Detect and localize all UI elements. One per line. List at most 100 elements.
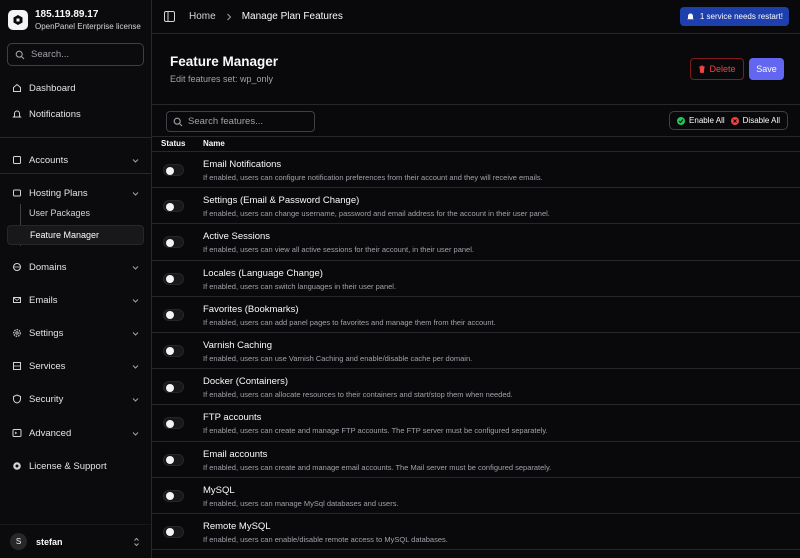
feature-name: Email accounts — [203, 448, 268, 460]
sidebar-item-services[interactable]: Services — [0, 354, 151, 378]
delete-label: Delete — [709, 64, 736, 74]
chevron-down-icon — [132, 432, 139, 436]
sidebar-item-user-packages[interactable]: User Packages — [7, 203, 144, 223]
column-header-status: Status — [161, 139, 186, 148]
sidebar-item-hosting-plans[interactable]: Hosting Plans — [0, 181, 151, 205]
disable-all-button[interactable]: Disable All — [728, 116, 783, 125]
shield-icon — [12, 394, 22, 404]
disable-all-label: Disable All — [742, 116, 780, 125]
chevron-down-icon — [132, 192, 139, 196]
sidebar-item-license-support[interactable]: License & Support — [0, 454, 151, 478]
feature-toggle-switch[interactable] — [163, 344, 184, 357]
bell-icon — [12, 109, 22, 119]
bulk-toggle-group: Enable All Disable All — [669, 111, 788, 130]
server-ip: 185.119.89.17 — [35, 8, 99, 20]
sidebar-item-label: Settings — [29, 327, 64, 339]
chevrons-up-down-icon — [134, 537, 139, 547]
breadcrumb-current: Manage Plan Features — [241, 11, 343, 22]
table-row: Varnish Caching If enabled, users can use… — [152, 333, 800, 370]
feature-toggle-switch[interactable] — [163, 489, 184, 502]
breadcrumb-home[interactable]: Home — [189, 11, 216, 22]
sidebar-item-advanced[interactable]: Advanced — [0, 421, 151, 445]
feature-name: MySQL — [203, 484, 235, 496]
chevron-down-icon — [132, 266, 139, 270]
search-icon — [173, 117, 183, 126]
feature-name: Locales (Language Change) — [203, 267, 323, 279]
sidebar-item-emails[interactable]: Emails — [0, 288, 151, 312]
sidebar-item-label: Dashboard — [29, 82, 76, 94]
user-menu[interactable]: S stefan — [0, 524, 151, 558]
feature-toggle-switch[interactable] — [163, 308, 184, 321]
sidebar-item-dashboard[interactable]: Dashboard — [0, 76, 151, 100]
restart-notice-label: 1 service needs restart! — [699, 12, 783, 21]
delete-button[interactable]: Delete — [690, 58, 744, 80]
feature-toolbar: Search features... Enable All Disable Al… — [152, 105, 800, 137]
table-row: MySQL If enabled, users can manage MySql … — [152, 478, 800, 514]
chevron-right-icon — [225, 13, 233, 21]
table-header: Status Name — [152, 137, 800, 152]
table-row: Docker (Containers) If enabled, users can… — [152, 369, 800, 406]
sidebar-item-label: Advanced — [29, 427, 72, 439]
username: stefan — [36, 536, 63, 547]
feature-search-input[interactable]: Search features... — [166, 111, 315, 132]
chevron-down-icon — [132, 398, 139, 402]
chevron-down-icon — [132, 365, 139, 369]
brand[interactable]: 185.119.89.17 OpenPanel Enterprise licen… — [0, 3, 151, 37]
sidebar-item-notifications[interactable]: Notifications — [0, 102, 151, 126]
feature-toggle-switch[interactable] — [163, 525, 184, 538]
enable-all-label: Enable All — [689, 116, 725, 125]
app-root: 185.119.89.17 OpenPanel Enterprise licen… — [0, 0, 800, 558]
feature-description: If enabled, users can switch languages i… — [203, 281, 397, 291]
feature-description: If enabled, users can configure notifica… — [203, 173, 543, 182]
sidebar-search-placeholder: Search... — [31, 49, 70, 60]
sidebar-item-feature-manager[interactable]: Feature Manager — [7, 225, 144, 245]
feature-toggle-switch[interactable] — [163, 381, 184, 394]
avatar: S — [10, 533, 27, 550]
sidebar-item-domains[interactable]: Domains — [0, 255, 151, 279]
terminal-icon — [12, 428, 22, 438]
table-row: Locales (Language Change) If enabled, use… — [152, 261, 800, 297]
restart-notice-button[interactable]: 1 service needs restart! — [679, 7, 789, 26]
feature-description: If enabled, users can allocate resources… — [203, 390, 513, 400]
search-icon — [15, 50, 25, 59]
feature-description: If enabled, users can view all active se… — [203, 245, 474, 255]
globe-icon — [12, 262, 22, 272]
table-row: Email Notifications If enabled, users can… — [152, 152, 800, 189]
feature-name: Email Notifications — [203, 159, 282, 170]
page-subtitle: Edit features set: wp_only — [170, 74, 274, 84]
badge-icon — [12, 461, 22, 471]
sidebar-item-security[interactable]: Security — [0, 387, 151, 411]
openpanel-logo-icon — [8, 10, 28, 30]
sidebar-item-label: Notifications — [29, 108, 81, 120]
feature-description: If enabled, users can manage MySql datab… — [203, 498, 399, 508]
trash-icon — [699, 65, 706, 73]
table-row: Settings (Email & Password Change) If ena… — [152, 188, 800, 225]
table-row: Remote MySQL If enabled, users can enable… — [152, 514, 800, 551]
sidebar-divider — [0, 173, 151, 174]
x-circle-icon — [730, 116, 739, 125]
feature-toggle-switch[interactable] — [163, 200, 184, 213]
sidebar-item-settings[interactable]: Settings — [0, 321, 151, 345]
feature-name: Settings (Email & Password Change) — [203, 195, 360, 207]
enable-all-button[interactable]: Enable All — [674, 116, 728, 125]
chevron-down-icon — [132, 332, 139, 336]
sidebar-item-label: Hosting Plans — [29, 187, 88, 199]
toggle-knob — [166, 456, 174, 464]
feature-name: Favorites (Bookmarks) — [203, 303, 299, 315]
sidebar-item-label: User Packages — [29, 208, 91, 218]
feature-toggle-switch[interactable] — [163, 236, 184, 249]
feature-toggle-switch[interactable] — [163, 272, 184, 285]
sidebar-search-input[interactable]: Search... — [7, 43, 144, 66]
toggle-knob — [166, 528, 174, 537]
feature-toggle-switch[interactable] — [163, 417, 184, 430]
feature-toggle-switch[interactable] — [163, 453, 184, 466]
column-header-name: Name — [203, 139, 225, 148]
sidebar-item-accounts[interactable]: Accounts — [0, 148, 151, 172]
save-button[interactable]: Save — [749, 58, 784, 80]
feature-description: If enabled, users can create and manage … — [203, 462, 552, 472]
sidebar-item-label: Emails — [29, 294, 58, 306]
chevron-down-icon — [132, 299, 139, 303]
sidebar-item-label: Services — [29, 360, 66, 372]
feature-toggle-switch[interactable] — [163, 164, 184, 176]
sidebar-toggle-icon[interactable] — [164, 11, 175, 22]
